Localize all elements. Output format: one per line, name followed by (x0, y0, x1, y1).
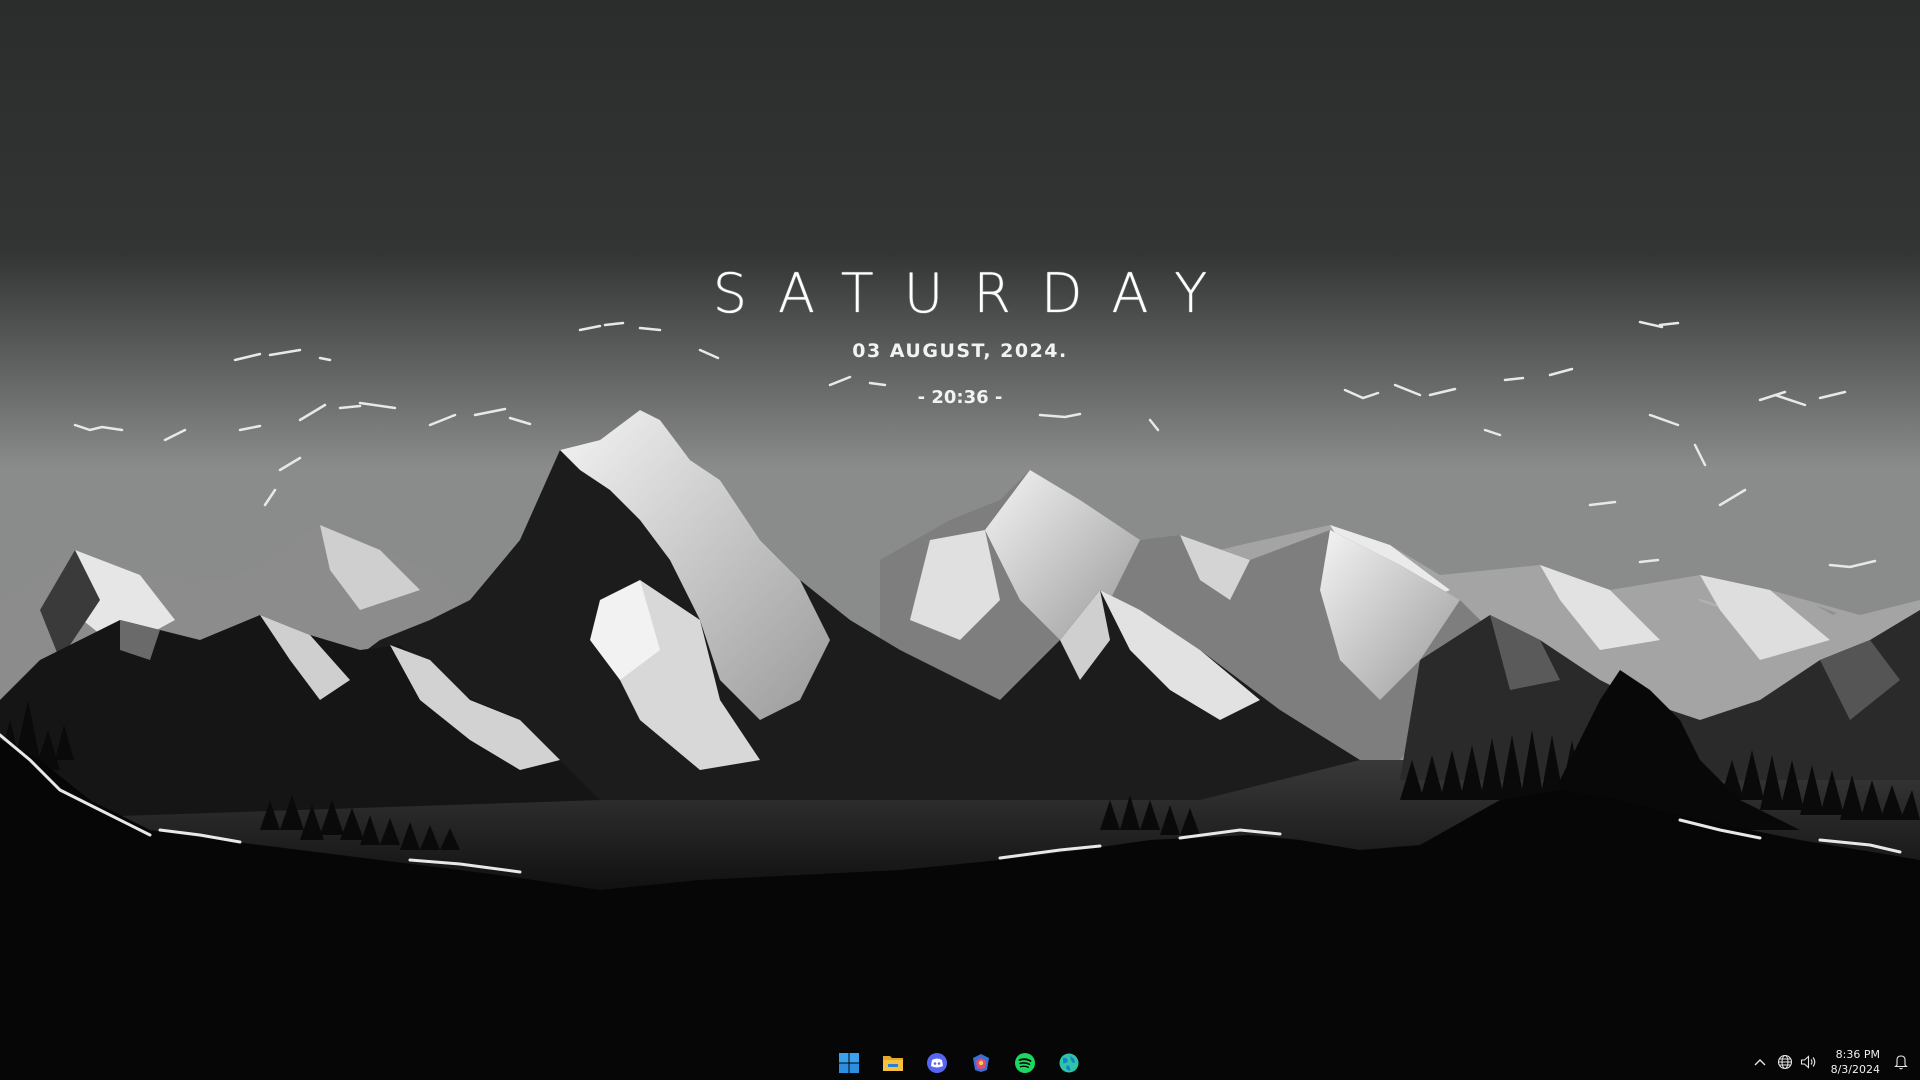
photos-button[interactable] (966, 1048, 996, 1078)
browser-button[interactable] (1054, 1048, 1084, 1078)
spotify-icon (1015, 1053, 1035, 1073)
mountain-wallpaper (0, 0, 1920, 1080)
speaker-icon (1801, 1055, 1816, 1069)
date-label: 03 AUGUST, 2024. (852, 340, 1068, 362)
system-tray: 8:36 PM 8/3/2024 (1747, 1044, 1920, 1080)
windows-icon (839, 1053, 859, 1073)
taskbar: 8:36 PM 8/3/2024 (0, 1044, 1920, 1080)
spotify-button[interactable] (1010, 1048, 1040, 1078)
start-button[interactable] (834, 1048, 864, 1078)
photos-icon (973, 1054, 989, 1072)
date-time-widget: SATURDAY 03 AUGUST, 2024. - 20:36 - (0, 262, 1920, 408)
file-explorer-button[interactable] (878, 1048, 908, 1078)
tray-time: 8:36 PM (1835, 1048, 1880, 1061)
bell-icon (1894, 1055, 1908, 1070)
notifications-button[interactable] (1888, 1044, 1914, 1080)
show-hidden-icons-button[interactable] (1747, 1044, 1773, 1080)
time-label: - 20:36 - (0, 387, 1920, 408)
time-prefix-dash: - (917, 387, 926, 408)
folder-icon (883, 1056, 903, 1071)
tray-date: 8/3/2024 (1830, 1063, 1880, 1076)
discord-button[interactable] (922, 1048, 952, 1078)
taskbar-apps (834, 1048, 1084, 1078)
weekday-label: SATURDAY (712, 262, 1238, 325)
time-value: 20:36 (931, 387, 989, 408)
globe-network-icon (1777, 1054, 1792, 1070)
chevron-up-icon (1754, 1059, 1766, 1066)
volume-button[interactable] (1797, 1044, 1821, 1080)
network-button[interactable] (1773, 1044, 1797, 1080)
clock-button[interactable]: 8:36 PM 8/3/2024 (1821, 1044, 1888, 1080)
desktop: SATURDAY 03 AUGUST, 2024. - 20:36 - 8:36… (0, 0, 1920, 1080)
discord-icon (927, 1053, 947, 1073)
globe-icon (1059, 1053, 1079, 1073)
time-suffix-dash: - (994, 387, 1003, 408)
